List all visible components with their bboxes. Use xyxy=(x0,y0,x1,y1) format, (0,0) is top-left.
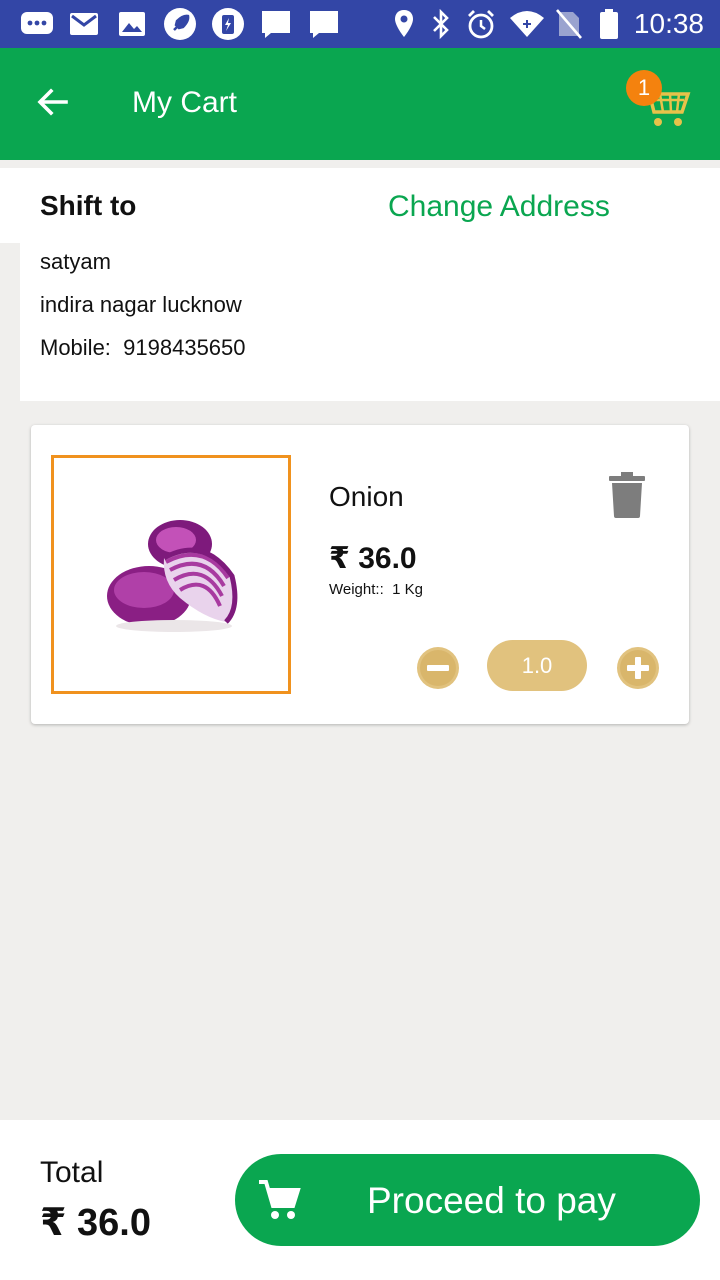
cart-icon xyxy=(257,1178,301,1222)
product-weight: Weight:: 1 Kg xyxy=(329,581,423,598)
proceed-to-pay-button[interactable]: Proceed to pay xyxy=(235,1154,700,1246)
gallery-icon xyxy=(116,8,148,40)
cart-button[interactable]: 1 xyxy=(624,70,696,134)
cart-item-card: Onion ₹ 36.0 Weight:: 1 Kg 1.0 xyxy=(31,425,689,724)
phone-cleaner-icon xyxy=(210,8,246,40)
bluetooth-icon xyxy=(428,8,454,40)
increase-quantity-button[interactable] xyxy=(616,646,660,690)
trash-icon xyxy=(609,471,645,523)
address-mobile: Mobile: 9198435650 xyxy=(40,335,246,361)
battery-icon xyxy=(596,8,622,40)
product-image xyxy=(51,455,291,694)
address-divider xyxy=(0,243,20,401)
product-name: Onion xyxy=(329,481,404,512)
notification-icon xyxy=(306,8,342,40)
rocket-icon xyxy=(162,8,198,40)
status-time: 10:38 xyxy=(633,8,704,39)
weight-label: Weight:: xyxy=(329,581,384,598)
delete-item-button[interactable] xyxy=(605,471,649,523)
total-label: Total xyxy=(40,1156,104,1189)
product-price: ₹ 36.0 xyxy=(329,542,417,575)
gmail-icon xyxy=(68,8,100,40)
status-bar: 10:38 xyxy=(0,0,720,48)
decrease-quantity-button[interactable] xyxy=(416,646,460,690)
cart-count-badge: 1 xyxy=(626,70,662,106)
location-icon xyxy=(392,8,416,40)
messages-icon xyxy=(20,8,54,40)
alarm-icon xyxy=(464,8,498,40)
page-title: My Cart xyxy=(132,86,237,119)
wifi-icon xyxy=(508,8,546,40)
address-name: satyam xyxy=(40,249,111,274)
weight-value: 1 Kg xyxy=(392,581,423,598)
total-amount: ₹ 36.0 xyxy=(40,1202,151,1244)
app-bar: My Cart 1 xyxy=(0,48,720,160)
mobile-number: 9198435650 xyxy=(123,335,246,360)
arrow-left-icon xyxy=(36,87,68,121)
shift-to-heading: Shift to xyxy=(40,190,137,221)
notification-icon xyxy=(258,8,294,40)
proceed-to-pay-label: Proceed to pay xyxy=(367,1180,616,1221)
quantity-value: 1.0 xyxy=(487,640,587,691)
plus-circle-icon xyxy=(616,647,660,694)
address-line: indira nagar lucknow xyxy=(40,292,242,317)
minus-circle-icon xyxy=(416,647,460,694)
no-sim-icon xyxy=(554,8,584,40)
change-address-link[interactable]: Change Address xyxy=(388,190,610,224)
back-button[interactable] xyxy=(26,76,78,132)
mobile-label: Mobile: xyxy=(40,335,111,360)
